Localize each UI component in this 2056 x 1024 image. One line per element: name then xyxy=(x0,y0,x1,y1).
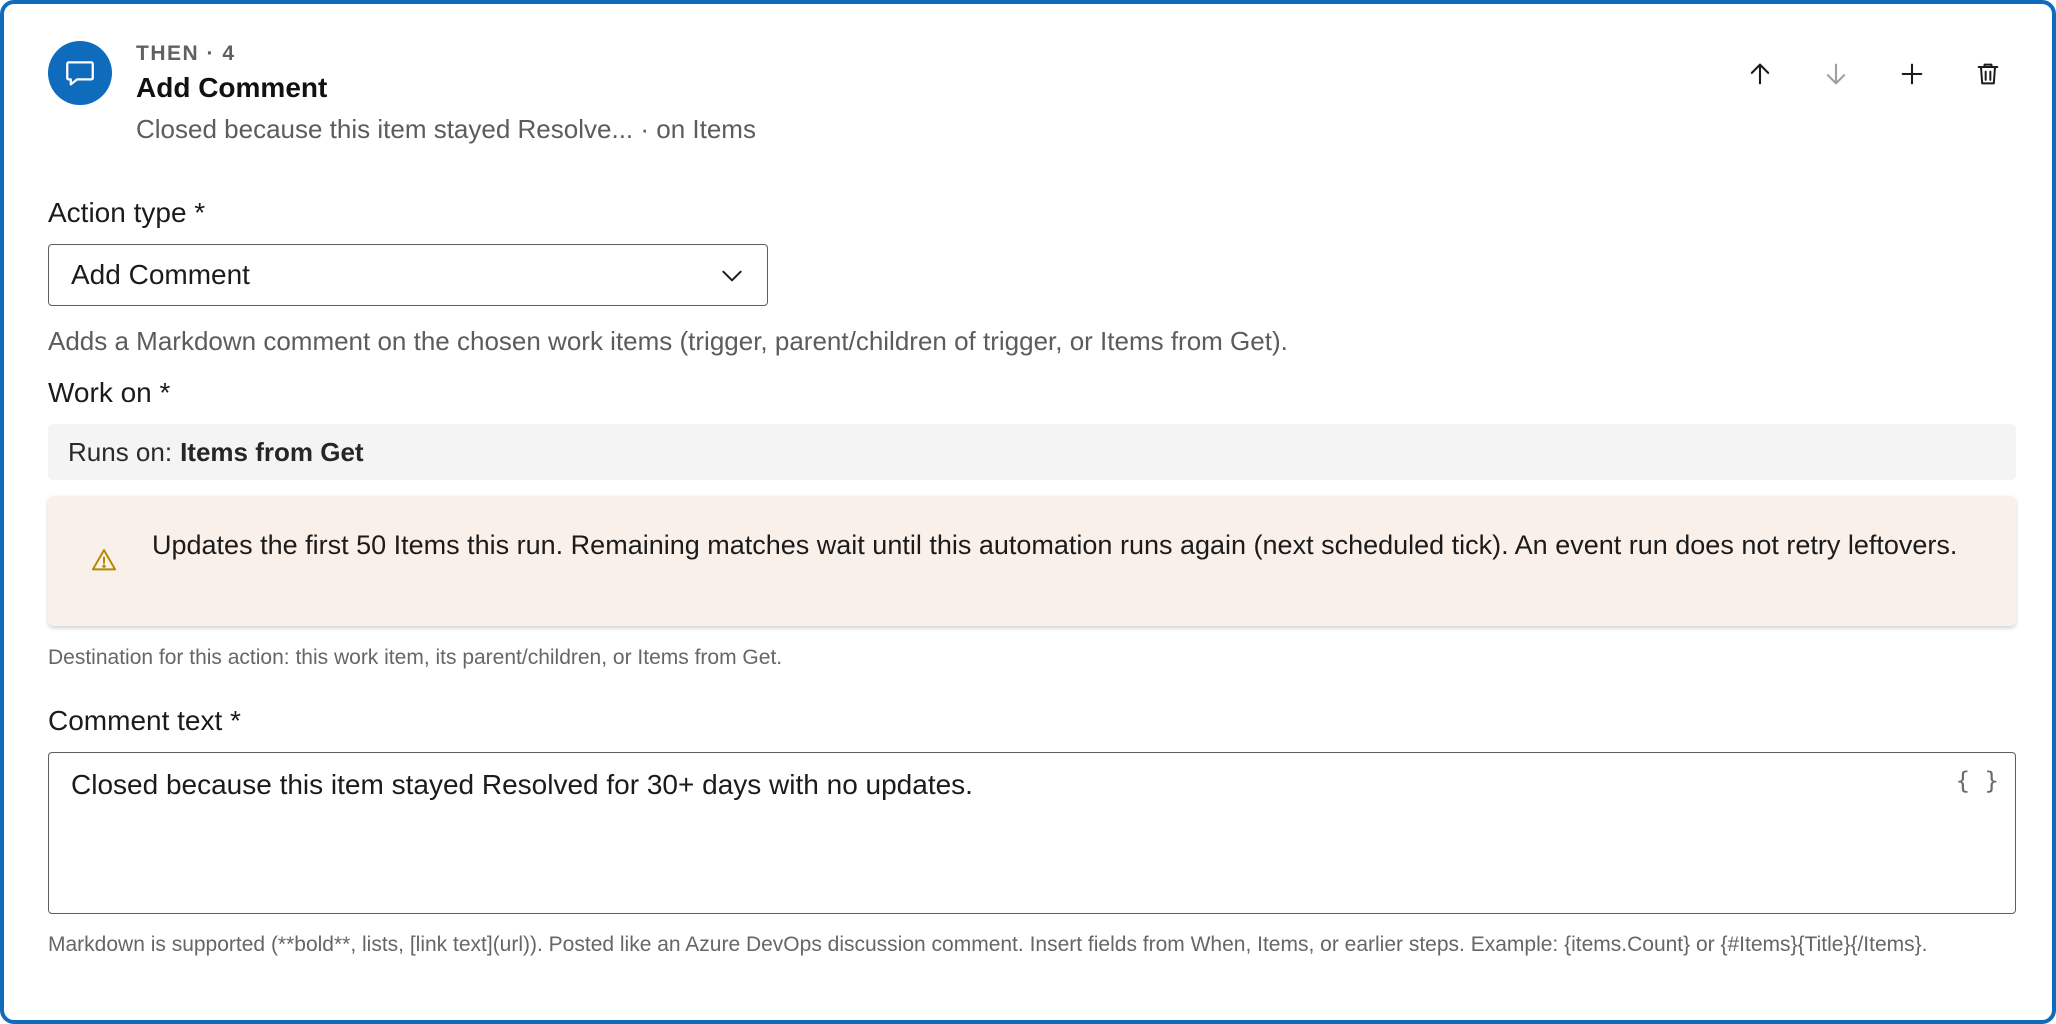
action-type-select[interactable]: Add Comment xyxy=(48,244,768,306)
step-label: THEN · 4 xyxy=(136,42,236,65)
runs-on-value: Items from Get xyxy=(180,436,364,467)
action-type-label: Action type * xyxy=(48,197,206,228)
delete-step-button[interactable] xyxy=(1968,54,2008,94)
comment-text-label: Comment text * xyxy=(48,705,241,736)
plus-icon xyxy=(1901,63,1923,85)
move-up-button[interactable] xyxy=(1740,54,1780,94)
trash-icon xyxy=(1977,63,1999,85)
warning-text: Updates the first 50 Items this run. Rem… xyxy=(152,530,1958,560)
step-title: Add Comment xyxy=(136,72,328,103)
arrow-down-icon xyxy=(1826,63,1846,85)
insert-field-button[interactable]: { } xyxy=(1956,767,1999,795)
add-step-button[interactable] xyxy=(1892,54,1932,94)
comment-icon xyxy=(48,41,112,105)
move-down-button[interactable] xyxy=(1816,54,1856,94)
action-type-help: Adds a Markdown comment on the chosen wo… xyxy=(48,326,1288,356)
comment-help: Markdown is supported (**bold**, lists, … xyxy=(48,933,1928,956)
batch-limit-warning: Updates the first 50 Items this run. Rem… xyxy=(48,496,2016,626)
work-on-label: Work on * xyxy=(48,377,171,408)
action-type-value: Add Comment xyxy=(71,259,250,290)
step-summary: Closed because this item stayed Resolve.… xyxy=(136,114,756,144)
warning-icon xyxy=(91,549,117,571)
chevron-down-icon xyxy=(722,270,742,282)
runs-on-prefix: Runs on: xyxy=(68,436,173,467)
arrow-up-icon xyxy=(1750,63,1770,85)
action-step-card: THEN · 4 Add Comment Closed because this… xyxy=(0,0,2056,1024)
step-toolbar xyxy=(1740,54,2008,94)
comment-textarea[interactable]: Closed because this item stayed Resolved… xyxy=(48,752,2016,914)
runs-on-field: Runs on: Items from Get xyxy=(48,424,2016,480)
comment-value: Closed because this item stayed Resolved… xyxy=(71,769,973,800)
work-on-help: Destination for this action: this work i… xyxy=(48,646,783,669)
